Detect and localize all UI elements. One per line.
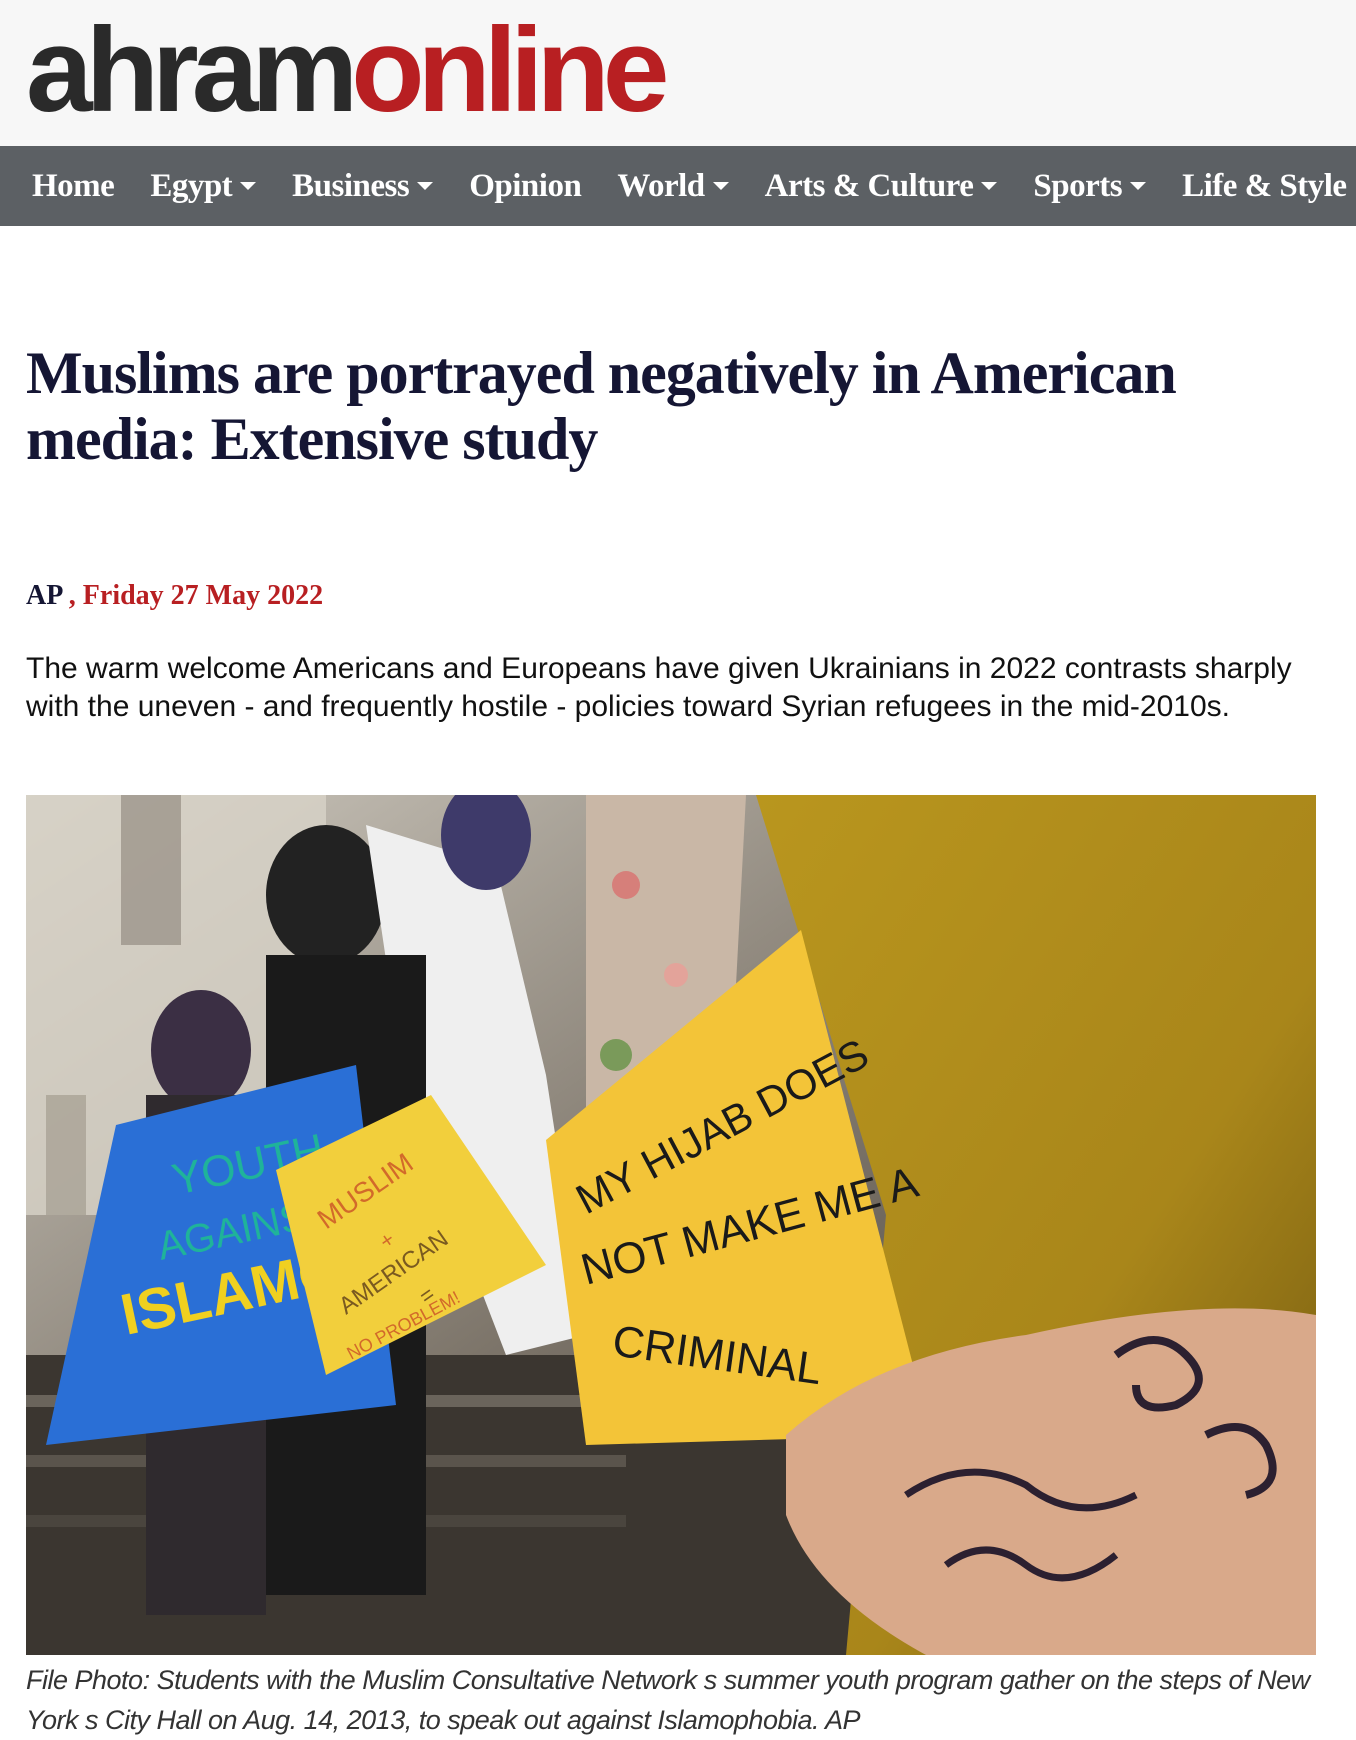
nav-item-life-style[interactable]: Life & Style — [1164, 168, 1356, 205]
chevron-down-icon — [1130, 182, 1147, 190]
article-source[interactable]: AP — [26, 580, 62, 611]
nav-item-label: Home — [32, 167, 115, 204]
nav-item-business[interactable]: Business — [274, 168, 451, 205]
nav-item-label: Opinion — [469, 167, 582, 204]
nav-item-label: Life & Style — [1182, 167, 1347, 204]
nav-item-label: Arts & Culture — [764, 167, 974, 204]
article-headline: Muslims are portrayed negatively in Amer… — [26, 340, 1177, 472]
byline-separator: , — [61, 580, 83, 611]
article-summary: The warm welcome Americans and Europeans… — [26, 652, 1292, 723]
logo-part-online: online — [351, 3, 669, 137]
nav-item-home[interactable]: Home — [14, 168, 132, 205]
chevron-down-icon — [240, 182, 257, 190]
photo-caption: File Photo: Students with the Muslim Con… — [26, 1665, 1310, 1735]
main-nav: Home Egypt Business Opinion World Arts &… — [0, 146, 1356, 226]
nav-item-label: Sports — [1033, 167, 1123, 204]
logo-part-ahram: ahram — [26, 3, 358, 137]
chevron-down-icon — [417, 182, 434, 190]
article-date: Friday 27 May 2022 — [82, 580, 324, 611]
chevron-down-icon — [712, 182, 729, 190]
chevron-down-icon — [981, 182, 998, 190]
nav-item-world[interactable]: World — [599, 168, 746, 205]
article-photo: YOUTH AGAINST ISLAMOPH MUSLIM + AMERICAN… — [26, 795, 1316, 1655]
nav-item-arts-culture[interactable]: Arts & Culture — [747, 168, 1016, 205]
nav-item-label: World — [617, 167, 705, 204]
nav-item-egypt[interactable]: Egypt — [132, 168, 274, 205]
nav-item-label: Business — [292, 167, 410, 204]
nav-item-sports[interactable]: Sports — [1015, 168, 1164, 205]
site-logo[interactable]: ahramonline — [26, 0, 670, 140]
article-byline: AP , Friday 27 May 2022 — [26, 580, 323, 612]
site-header: ahramonline — [0, 0, 1356, 146]
nav-item-opinion[interactable]: Opinion — [451, 168, 599, 205]
nav-item-label: Egypt — [150, 167, 233, 204]
